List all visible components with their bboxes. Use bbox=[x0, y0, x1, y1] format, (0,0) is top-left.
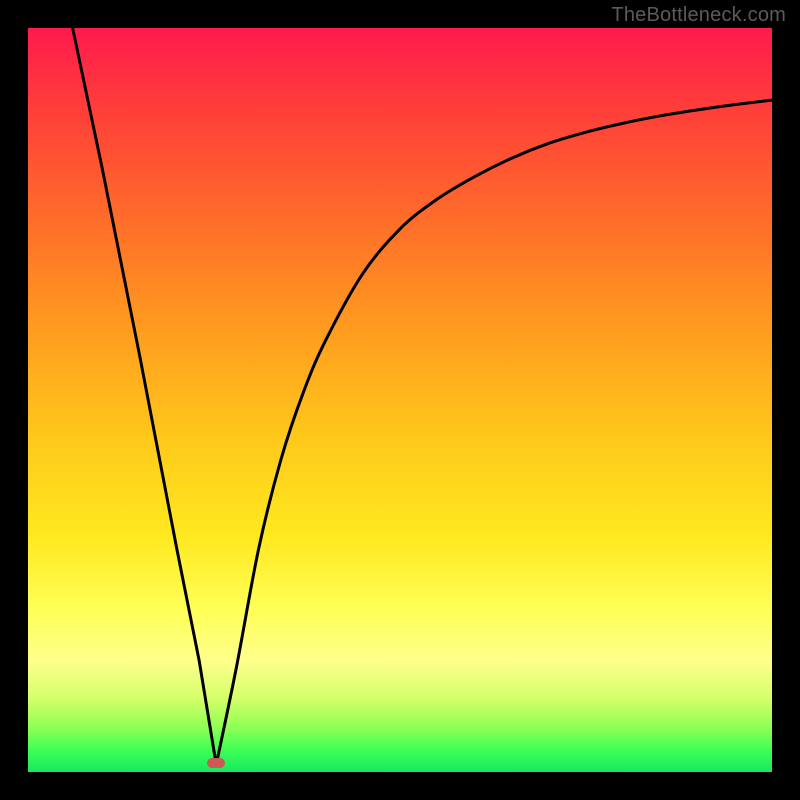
chart-frame: TheBottleneck.com bbox=[0, 0, 800, 800]
bottleneck-curve bbox=[73, 28, 772, 765]
plot-area bbox=[28, 28, 772, 772]
optimum-marker bbox=[207, 758, 225, 768]
attribution-label: TheBottleneck.com bbox=[611, 4, 786, 27]
curve-layer bbox=[28, 28, 772, 772]
